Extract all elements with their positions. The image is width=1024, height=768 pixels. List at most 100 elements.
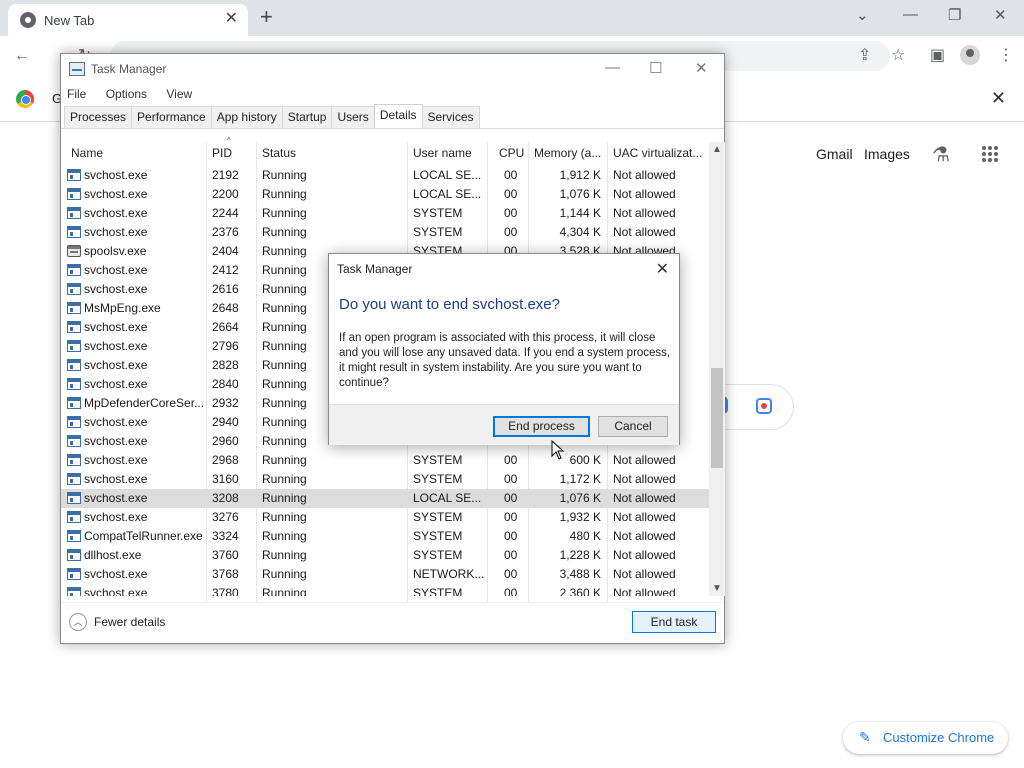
tab-services[interactable]: Services — [421, 106, 480, 128]
process-user: SYSTEM — [413, 586, 463, 596]
task-manager-tabs: Processes Performance App history Startu… — [64, 104, 480, 128]
process-row[interactable]: dllhost.exe 3760 Running SYSTEM 00 1,228 K Not… — [61, 546, 709, 565]
new-tab-button[interactable]: + — [260, 4, 273, 30]
process-status: Running — [262, 320, 307, 334]
tab-close-icon[interactable]: ✕ — [225, 10, 238, 28]
process-status: Running — [262, 396, 307, 410]
chrome-tab-strip: New Tab ✕ + ⌄ — ❐ ✕ — [0, 0, 1024, 36]
restore-icon[interactable]: ❐ — [948, 6, 961, 24]
window-process-icon — [67, 530, 81, 542]
process-status: Running — [262, 491, 307, 505]
scroll-up-icon[interactable]: ▲ — [712, 144, 722, 155]
process-row[interactable]: svchost.exe 3208 Running LOCAL SE... 00 1,076… — [61, 489, 709, 508]
minimize-icon[interactable]: — — [903, 6, 918, 23]
task-manager-titlebar[interactable]: Task Manager — ☐ ✕ — [61, 54, 724, 84]
process-pid: 2664 — [212, 320, 239, 334]
google-lens-icon[interactable] — [756, 398, 772, 414]
window-process-icon — [67, 302, 81, 314]
window-process-icon — [67, 378, 81, 390]
process-row[interactable]: svchost.exe 2244 Running SYSTEM 00 1,144 K Not… — [61, 204, 709, 223]
process-status: Running — [262, 206, 307, 220]
tab-search-icon[interactable]: ⌄ — [856, 6, 869, 24]
process-memory: 1,076 K — [559, 491, 601, 505]
menu-kebab-icon[interactable]: ⋮ — [998, 46, 1014, 66]
tab-startup[interactable]: Startup — [281, 106, 333, 128]
process-row[interactable]: CompatTelRunner.exe 3324 Running SYSTEM 00 48… — [61, 527, 709, 546]
process-uac: Not allowed — [613, 567, 676, 581]
process-row[interactable]: svchost.exe 3768 Running NETWORK... 00 3,488 … — [61, 565, 709, 584]
task-manager-title: Task Manager — [91, 62, 167, 76]
window-process-icon — [67, 207, 81, 219]
menu-options[interactable]: Options — [106, 87, 147, 101]
process-status: Running — [262, 358, 307, 372]
process-status: Running — [262, 168, 307, 182]
process-row[interactable]: svchost.exe 2376 Running SYSTEM 00 4,304 K Not… — [61, 223, 709, 242]
process-uac: Not allowed — [613, 586, 676, 596]
scrollbar-thumb[interactable] — [711, 368, 723, 468]
images-link[interactable]: Images — [864, 146, 910, 162]
scroll-down-icon[interactable]: ▼ — [712, 583, 722, 594]
tab-processes[interactable]: Processes — [64, 106, 133, 128]
column-pid[interactable]: PID — [212, 146, 232, 160]
menu-file[interactable]: File — [67, 87, 86, 101]
process-name: svchost.exe — [84, 453, 148, 467]
tab-users[interactable]: Users — [331, 106, 375, 128]
process-pid: 2404 — [212, 244, 239, 258]
column-uac-virtualization[interactable]: UAC virtualizat... — [613, 146, 702, 160]
window-process-icon — [67, 587, 81, 596]
back-icon[interactable]: ← — [14, 46, 30, 66]
process-name: svchost.exe — [84, 377, 148, 391]
column-name[interactable]: Name — [71, 146, 103, 160]
process-row[interactable]: svchost.exe 2968 Running SYSTEM 00 600 K Not a… — [61, 451, 709, 470]
process-name: MpDefenderCoreSer... — [84, 396, 205, 410]
process-status: Running — [262, 434, 307, 448]
menu-view[interactable]: View — [166, 87, 192, 101]
process-row[interactable]: svchost.exe 3780 Running SYSTEM 00 2,360 K Not… — [61, 584, 709, 596]
window-process-icon — [67, 321, 81, 333]
customize-chrome-button[interactable]: ✎ Customize Chrome — [843, 722, 1008, 754]
tm-close-icon[interactable]: ✕ — [695, 59, 708, 77]
bookmark-star-icon[interactable]: ☆ — [891, 46, 905, 66]
process-row[interactable]: svchost.exe 3276 Running SYSTEM 00 1,932 K Not… — [61, 508, 709, 527]
column-cpu[interactable]: CPU — [499, 146, 524, 160]
process-cpu: 00 — [504, 225, 518, 239]
labs-flask-icon[interactable]: ⚗ — [932, 142, 950, 167]
side-panel-icon[interactable]: ▣ — [930, 46, 945, 66]
process-status: Running — [262, 187, 307, 201]
end-task-button[interactable]: End task — [632, 611, 716, 633]
process-row[interactable]: svchost.exe 2192 Running LOCAL SE... 00 1,912… — [61, 166, 709, 185]
process-uac: Not allowed — [613, 472, 676, 486]
tab-performance[interactable]: Performance — [131, 106, 212, 128]
dialog-title: Task Manager — [337, 262, 413, 276]
process-row[interactable]: svchost.exe 3160 Running SYSTEM 00 1,172 K Not… — [61, 470, 709, 489]
process-status: Running — [262, 510, 307, 524]
share-icon[interactable]: ⇪ — [858, 46, 871, 66]
column-status[interactable]: Status — [262, 146, 296, 160]
vertical-scrollbar[interactable]: ▲ ▼ — [709, 142, 725, 596]
process-uac: Not allowed — [613, 491, 676, 505]
process-memory: 480 K — [569, 529, 601, 543]
close-window-icon[interactable]: ✕ — [994, 6, 1007, 24]
dialog-close-icon[interactable]: ✕ — [656, 259, 669, 279]
process-row[interactable]: svchost.exe 2200 Running LOCAL SE... 00 1,076… — [61, 185, 709, 204]
process-pid: 3760 — [212, 548, 239, 562]
gmail-link[interactable]: Gmail — [816, 146, 853, 162]
tab-details[interactable]: Details — [373, 104, 423, 128]
tab-app-history[interactable]: App history — [210, 106, 283, 128]
tab-new-tab[interactable]: New Tab ✕ — [8, 4, 248, 36]
google-apps-icon[interactable] — [982, 146, 998, 162]
tm-maximize-icon[interactable]: ☐ — [649, 59, 662, 77]
infobar-close-icon[interactable]: ✕ — [991, 88, 1006, 109]
cancel-button[interactable]: Cancel — [598, 416, 668, 437]
process-pid: 2828 — [212, 358, 239, 372]
tm-minimize-icon[interactable]: — — [605, 59, 620, 76]
process-name: svchost.exe — [84, 510, 148, 524]
process-name: svchost.exe — [84, 339, 148, 353]
end-process-button[interactable]: End process — [493, 416, 590, 437]
fewer-details-link[interactable]: Fewer details — [94, 615, 165, 629]
column-user-name[interactable]: User name — [413, 146, 472, 160]
profile-avatar-icon[interactable] — [960, 45, 980, 65]
chevron-up-icon[interactable]: ︿ — [69, 613, 87, 631]
customize-chrome-label: Customize Chrome — [883, 730, 995, 745]
column-memory[interactable]: Memory (a... — [534, 146, 601, 160]
